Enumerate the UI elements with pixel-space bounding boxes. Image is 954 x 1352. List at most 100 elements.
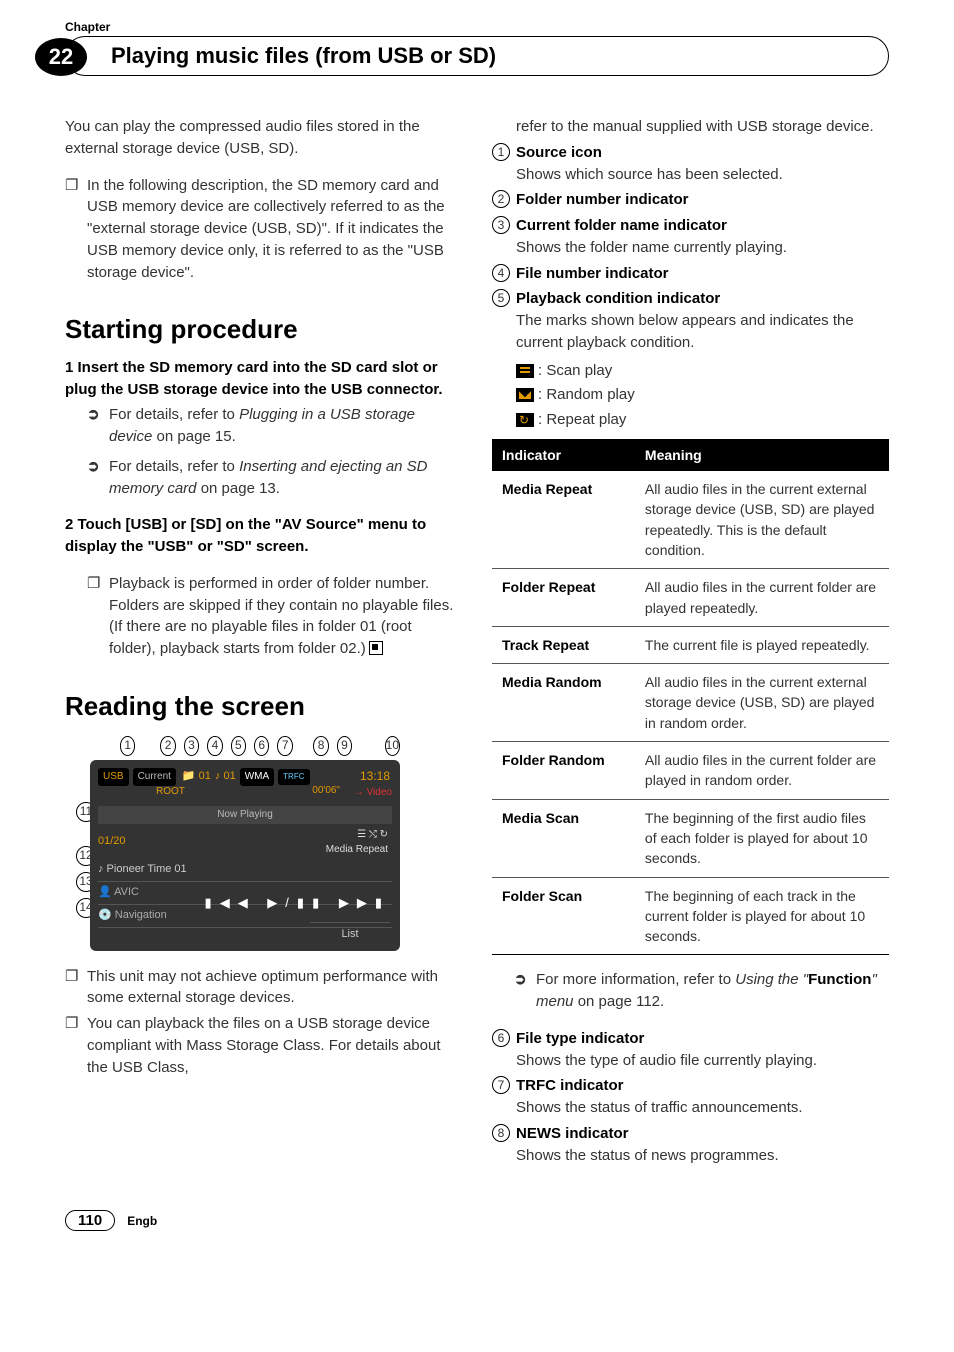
right-column: refer to the manual supplied with USB st… bbox=[492, 116, 889, 1170]
table-header-row: Indicator Meaning bbox=[492, 439, 889, 471]
footer: 110 Engb bbox=[65, 1210, 889, 1231]
item-6-title: File type indicator bbox=[516, 1030, 644, 1047]
more-info-prefix: For more information, refer to bbox=[536, 971, 735, 988]
random-icon bbox=[516, 388, 534, 402]
item-4: 4 File number indicator bbox=[492, 263, 889, 285]
more-info-suffix: on page 112. bbox=[574, 993, 665, 1010]
item-7-desc: Shows the status of traffic announcement… bbox=[516, 1097, 889, 1119]
marker-6: 6 bbox=[254, 736, 269, 756]
source-icon: USB bbox=[98, 768, 129, 787]
elapsed-time: 00'06" bbox=[312, 784, 340, 799]
cell-indicator: Media Random bbox=[492, 664, 635, 742]
track-title-line: ♪ Pioneer Time 01 bbox=[98, 859, 392, 882]
marker-3: 3 bbox=[184, 736, 199, 756]
cell-indicator: Media Repeat bbox=[492, 471, 635, 569]
marker-7: 7 bbox=[277, 736, 292, 756]
item-4-title: File number indicator bbox=[516, 265, 669, 282]
circled-4-icon: 4 bbox=[492, 264, 510, 282]
more-info-ital1: Using the " bbox=[735, 971, 808, 988]
page: Chapter 22 Playing music files (from USB… bbox=[0, 0, 954, 1271]
circled-2-icon: 2 bbox=[492, 190, 510, 208]
page-number: 110 bbox=[65, 1210, 115, 1231]
playback-mode: Media Repeat bbox=[326, 844, 388, 855]
item-2-title: Folder number indicator bbox=[516, 191, 689, 208]
more-info-line: For more information, refer to Using the… bbox=[536, 969, 889, 1013]
chapter-label: Chapter bbox=[65, 20, 889, 34]
circled-8-icon: 8 bbox=[492, 1124, 510, 1142]
codec-badge: WMA bbox=[240, 768, 274, 787]
after-screenshot-bullets: This unit may not achieve optimum perfor… bbox=[65, 966, 462, 1079]
marker-1: 1 bbox=[120, 736, 135, 756]
marker-4: 4 bbox=[207, 736, 222, 756]
list-button: List bbox=[310, 922, 390, 943]
cell-indicator: Folder Scan bbox=[492, 877, 635, 955]
cell-meaning: All audio files in the current external … bbox=[635, 471, 889, 569]
page-title: Playing music files (from USB or SD) bbox=[65, 36, 889, 76]
table-row: Media RandomAll audio files in the curre… bbox=[492, 664, 889, 742]
table-row: Folder ScanThe beginning of each track i… bbox=[492, 877, 889, 955]
playback-controls: ▮◀◀ ▶/▮▮ ▶▶▮ bbox=[205, 894, 390, 913]
clock: 13:18 bbox=[360, 768, 390, 785]
step-1-refs: For details, refer to Plugging in a USB … bbox=[65, 404, 462, 499]
intro-bullet-1: In the following description, the SD mem… bbox=[87, 175, 462, 284]
step-1-ref-b: For details, refer to Inserting and ejec… bbox=[109, 456, 462, 500]
ref-prefix: For details, refer to bbox=[109, 406, 239, 423]
cell-indicator: Folder Random bbox=[492, 742, 635, 800]
repeat-label: : Repeat play bbox=[538, 411, 626, 428]
now-playing-label: Now Playing bbox=[98, 806, 392, 825]
language-code: Engb bbox=[127, 1214, 157, 1228]
left-column: You can play the compressed audio files … bbox=[65, 116, 462, 1170]
table-row: Folder RandomAll audio files in the curr… bbox=[492, 742, 889, 800]
item-1: 1 Source icon Shows which source has been… bbox=[492, 142, 889, 186]
table-row: Media ScanThe beginning of the first aud… bbox=[492, 799, 889, 877]
item-7: 7 TRFC indicator Shows the status of traf… bbox=[492, 1075, 889, 1119]
step-2-bullets: Playback is performed in order of folder… bbox=[65, 573, 462, 660]
item-3: 3Current folder name indicator Shows the… bbox=[492, 215, 889, 259]
circled-6-icon: 6 bbox=[492, 1029, 510, 1047]
item-8-title: NEWS indicator bbox=[516, 1125, 629, 1142]
table-row: Folder RepeatAll audio files in the curr… bbox=[492, 569, 889, 627]
content-columns: You can play the compressed audio files … bbox=[65, 116, 889, 1170]
cell-meaning: The current file is played repeatedly. bbox=[635, 626, 889, 663]
cell-meaning: The beginning of each track in the curre… bbox=[635, 877, 889, 955]
device-ui-illustration: 1 2 3 4 5 6 7 8 9 10 11 12 bbox=[90, 736, 400, 951]
item-1-title: Source icon bbox=[516, 144, 602, 161]
chapter-number-badge: 22 bbox=[35, 38, 87, 76]
item-6-desc: Shows the type of audio file currently p… bbox=[516, 1050, 889, 1072]
ref-suffix: on page 13. bbox=[197, 480, 280, 497]
circled-7-icon: 7 bbox=[492, 1076, 510, 1094]
marker-2: 2 bbox=[160, 736, 175, 756]
item-7-title: TRFC indicator bbox=[516, 1077, 624, 1094]
marker-10: 10 bbox=[385, 736, 400, 756]
repeat-icon bbox=[516, 413, 534, 427]
cell-meaning: All audio files in the current folder ar… bbox=[635, 569, 889, 627]
callout-markers-top: 1 2 3 4 5 6 7 8 9 10 bbox=[120, 736, 400, 756]
scan-icon bbox=[516, 364, 534, 378]
item-3-desc: Shows the folder name currently playing. bbox=[516, 237, 889, 259]
folder-number: 📁 01 bbox=[182, 769, 211, 785]
item-8-desc: Shows the status of news programmes. bbox=[516, 1145, 889, 1167]
more-info-bold: Function bbox=[808, 971, 871, 988]
cell-indicator: Folder Repeat bbox=[492, 569, 635, 627]
device-frame: USB Current 📁 01 ♪ 01 WMA TRFC ROOT 13:1… bbox=[90, 760, 400, 951]
circled-1-icon: 1 bbox=[492, 143, 510, 161]
cell-meaning: All audio files in the current folder ar… bbox=[635, 742, 889, 800]
random-play-line: : Random play bbox=[516, 384, 889, 406]
item-5-desc: The marks shown below appears and indica… bbox=[516, 310, 889, 354]
more-info-ref: For more information, refer to Using the… bbox=[492, 969, 889, 1013]
intro-text: You can play the compressed audio files … bbox=[65, 116, 462, 160]
section-starting-procedure: Starting procedure bbox=[65, 311, 462, 349]
after-bullet-1: This unit may not achieve optimum perfor… bbox=[87, 966, 462, 1010]
marker-5: 5 bbox=[231, 736, 246, 756]
after-bullet-2: You can playback the files on a USB stor… bbox=[87, 1013, 462, 1078]
header: Chapter 22 Playing music files (from USB… bbox=[65, 20, 889, 76]
table-row: Track RepeatThe current file is played r… bbox=[492, 626, 889, 663]
step-2-text: Playback is performed in order of folder… bbox=[109, 575, 453, 657]
random-label: : Random play bbox=[538, 386, 635, 403]
circled-5-icon: 5 bbox=[492, 289, 510, 307]
item-5: 5Playback condition indicator The marks … bbox=[492, 288, 889, 353]
scan-play-line: : Scan play bbox=[516, 360, 889, 382]
item-1-desc: Shows which source has been selected. bbox=[516, 164, 889, 186]
cell-indicator: Media Scan bbox=[492, 799, 635, 877]
cell-indicator: Track Repeat bbox=[492, 626, 635, 663]
